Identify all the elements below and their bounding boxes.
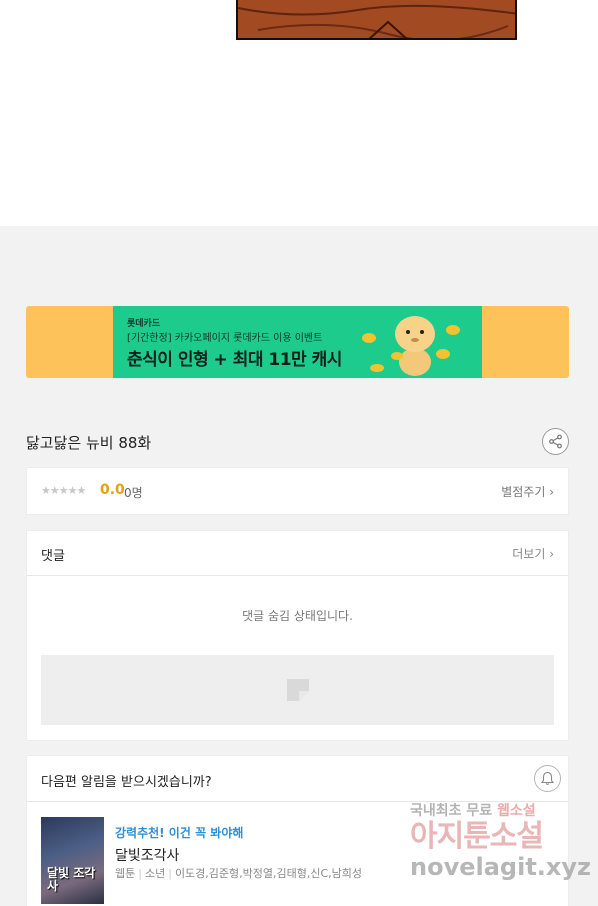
notify-question: 다음편 알림을 받으시겠습니까?	[41, 775, 212, 790]
rating-stars: ★★★★★	[41, 484, 86, 497]
choonsik-character-illustration	[362, 316, 460, 376]
watermark-tagline-b: 웹소설	[497, 803, 536, 819]
comment-card: 댓글 더보기 › 댓글 숨김 상태입니다.	[26, 530, 569, 741]
placeholder-icon	[287, 679, 309, 701]
notify-bell-button[interactable]	[534, 765, 561, 792]
bell-icon	[540, 771, 555, 785]
meta-separator: |	[138, 867, 142, 880]
recommended-genre: 웹툰	[115, 867, 136, 880]
recommended-meta: 웹툰 | 소년 | 이도경,김준형,박정열,김태형,신C,남희성	[115, 865, 362, 881]
promo-banner[interactable]: 롯데카드 [기간한정] 카카오페이지 롯데카드 이용 이벤트 춘식이 인형 + …	[26, 306, 569, 378]
recommended-thumbnail[interactable]: 달빛 조각사	[41, 817, 104, 904]
share-icon	[549, 434, 562, 449]
notify-header: 다음편 알림을 받으시겠습니까?	[27, 756, 568, 802]
watermark-url: novelagit.xyz	[410, 853, 592, 881]
watermark-tagline: 국내최초 무료 웹소설	[410, 800, 580, 820]
rate-button[interactable]: 별점주기 ›	[501, 483, 554, 500]
rating-card: ★★★★★ 0.0 0명 별점주기 ›	[26, 467, 569, 515]
recommended-title[interactable]: 달빛조각사	[115, 845, 179, 865]
banner-subtitle: [기간한정] 카카오페이지 롯데카드 이용 이벤트	[127, 333, 323, 344]
share-button[interactable]	[542, 428, 569, 455]
comments-more-button[interactable]: 더보기 ›	[512, 545, 554, 562]
comment-hidden-message: 댓글 숨김 상태입니다.	[242, 609, 353, 623]
banner-title: 춘식이 인형 + 최대 11만 캐시	[127, 350, 342, 370]
comment-title: 댓글	[41, 549, 65, 564]
comic-viewer-area	[0, 0, 598, 226]
thumbnail-title-text: 달빛 조각사	[47, 866, 96, 893]
site-watermark: 국내최초 무료 웹소설 아지툰소설 novelagit.xyz	[410, 800, 592, 881]
watermark-tagline-a: 국내최초 무료	[410, 803, 493, 819]
recommended-category: 소년	[144, 867, 166, 880]
episode-title: 닳고닳은 뉴비 88화	[26, 434, 152, 452]
rating-score: 0.0	[100, 482, 125, 498]
watermark-name: 아지툰소설	[410, 819, 544, 854]
recommended-authors: 이도경,김준형,박정열,김태형,신C,남희성	[174, 867, 363, 880]
banner-brand: 롯데카드	[127, 319, 161, 329]
meta-separator: |	[168, 867, 172, 880]
rating-count: 0명	[124, 486, 143, 500]
comment-header: 댓글 더보기 ›	[27, 531, 568, 576]
promo-banner-content: 롯데카드 [기간한정] 카카오페이지 롯데카드 이용 이벤트 춘식이 인형 + …	[113, 306, 482, 378]
comment-placeholder	[41, 655, 554, 725]
recommendation-tag: 강력추천! 이건 꼭 봐야해	[115, 826, 244, 840]
comic-panel-image	[236, 0, 517, 40]
